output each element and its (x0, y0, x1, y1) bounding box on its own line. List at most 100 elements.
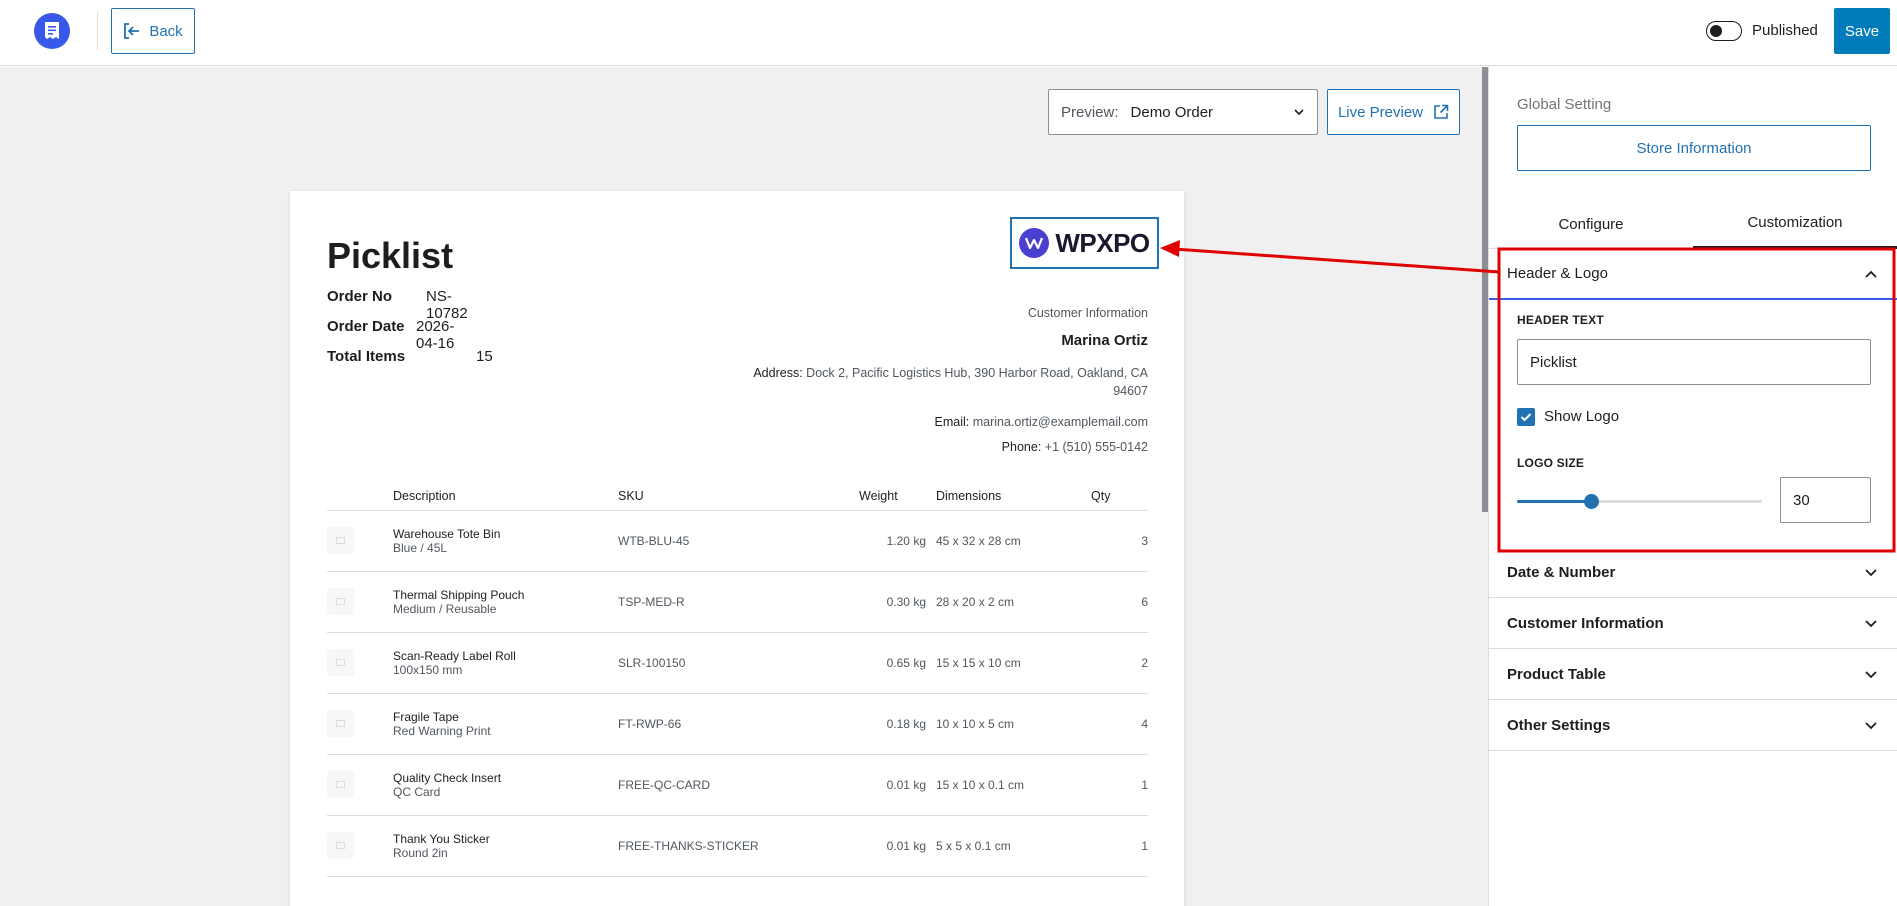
section-header-logo-title: Header & Logo (1507, 265, 1608, 282)
order-no-row: Order No NS-10782 (327, 288, 468, 322)
product-variant: Round 2in (393, 846, 448, 860)
product-sku: TSP-MED-R (618, 595, 685, 609)
product-qty: 4 (1141, 717, 1148, 731)
header-text-input[interactable] (1517, 339, 1871, 385)
product-weight: 0.30 kg (886, 595, 926, 609)
product-variant: Blue / 45L (393, 541, 448, 555)
section-customer-information[interactable]: Customer Information (1489, 598, 1897, 649)
section-title: Customer Information (1507, 614, 1664, 632)
published-label: Published (1752, 22, 1818, 39)
preview-value: Demo Order (1130, 103, 1214, 121)
phone-value: +1 (510) 555-0142 (1044, 440, 1148, 454)
table-header: Description SKU Weight Dimensions Qty (327, 481, 1148, 511)
tab-configure[interactable]: Configure (1489, 199, 1693, 249)
live-preview-button[interactable]: Live Preview (1327, 89, 1460, 135)
show-logo-checkbox[interactable] (1517, 408, 1535, 426)
back-button[interactable]: Back (111, 8, 195, 54)
product-sku: WTB-BLU-45 (618, 534, 690, 548)
store-information-button[interactable]: Store Information (1517, 125, 1871, 171)
product-description: Thermal Shipping Pouch Medium / Reusable (393, 588, 524, 616)
phone-label: Phone: (1001, 440, 1042, 454)
published-toggle[interactable] (1706, 21, 1742, 41)
logo-size-slider[interactable] (1517, 494, 1762, 509)
order-date-row: Order Date 2026-04-16 (327, 318, 454, 352)
chevron-down-icon (1294, 109, 1304, 116)
section-title: Product Table (1507, 665, 1606, 683)
order-date-value: 2026-04-16 (416, 318, 455, 352)
total-items-label: Total Items (327, 348, 406, 365)
document-title: Picklist (327, 235, 454, 276)
product-name: Scan-Ready Label Roll (393, 649, 516, 663)
order-no-label: Order No (327, 288, 393, 305)
app-logo-icon[interactable] (34, 13, 70, 49)
save-button[interactable]: Save (1834, 8, 1890, 54)
customer-email: Email: marina.ortiz@examplemail.com (935, 415, 1148, 429)
header-description: Description (393, 489, 456, 503)
product-description: Quality Check Insert QC Card (393, 771, 501, 799)
address-line1: Dock 2, Pacific Logistics Hub, 390 Harbo… (806, 366, 1148, 380)
address-label: Address: (753, 366, 803, 380)
customer-name: Marina Ortiz (1061, 332, 1148, 349)
section-product-table[interactable]: Product Table (1489, 649, 1897, 700)
total-items-row: Total Items 15 (327, 348, 493, 365)
preview-select[interactable]: Preview: Demo Order (1048, 89, 1318, 135)
product-sku: FREE-THANKS-STICKER (618, 839, 759, 853)
section-header-logo[interactable]: Header & Logo (1489, 249, 1897, 300)
slider-fill (1517, 500, 1591, 503)
chevron-down-icon (1865, 671, 1877, 679)
logo-text: WPXPO (1055, 227, 1150, 258)
top-bar: Back Published Save (0, 0, 1897, 66)
section-title: Date & Number (1507, 563, 1616, 581)
product-name: Thank You Sticker (393, 832, 490, 846)
settings-panel: Global Setting Store Information Configu… (1488, 67, 1897, 906)
live-preview-label: Live Preview (1337, 103, 1424, 121)
logo-size-input[interactable] (1780, 477, 1871, 523)
document-logo[interactable]: WPXPO (1010, 217, 1159, 269)
product-sku: SLR-100150 (618, 656, 686, 670)
email-label: Email: (934, 415, 970, 429)
product-qty: 1 (1141, 778, 1148, 792)
picklist-document: Picklist WPXPO Order No NS-10782 Order D… (290, 191, 1184, 906)
product-qty: 2 (1141, 656, 1148, 670)
product-qty: 3 (1141, 534, 1148, 548)
divider (97, 12, 98, 50)
product-description: Thank You Sticker Round 2in (393, 832, 490, 860)
table-row: Thank You Sticker Round 2in FREE-THANKS-ST… (327, 816, 1148, 877)
product-name: Warehouse Tote Bin (393, 527, 501, 541)
global-setting-label: Global Setting (1517, 96, 1612, 113)
tab-customization[interactable]: Customization (1693, 199, 1897, 249)
product-qty: 1 (1141, 839, 1148, 853)
header-sku: SKU (618, 489, 644, 503)
preview-label: Preview: (1061, 103, 1119, 121)
table-row: Thermal Shipping Pouch Medium / Reusable T… (327, 572, 1148, 633)
product-description: Warehouse Tote Bin Blue / 45L (393, 527, 500, 555)
product-weight: 1.20 kg (886, 534, 926, 548)
section-date-number[interactable]: Date & Number (1489, 547, 1897, 598)
product-variant: 100x150 mm (393, 663, 463, 677)
product-weight: 0.01 kg (886, 839, 926, 853)
chevron-down-icon (1865, 722, 1877, 730)
product-weight: 0.65 kg (886, 656, 926, 670)
table-row: Fragile Tape Red Warning Print FT-RWP-66 0.… (327, 694, 1148, 755)
product-name: Quality Check Insert (393, 771, 502, 785)
slider-thumb[interactable] (1583, 494, 1599, 509)
section-title: Other Settings (1507, 716, 1611, 734)
product-image-icon (327, 649, 354, 676)
product-sku: FREE-QC-CARD (618, 778, 710, 792)
header-weight: Weight (859, 489, 898, 503)
product-description: Fragile Tape Red Warning Print (393, 710, 491, 738)
product-name: Thermal Shipping Pouch (393, 588, 525, 602)
external-link-icon (1434, 104, 1449, 119)
product-variant: Red Warning Print (393, 724, 491, 738)
product-sku: FT-RWP-66 (618, 717, 682, 731)
checkmark-icon (1520, 413, 1532, 422)
preview-canvas: Preview: Demo Order Live Preview Picklis… (0, 67, 1482, 906)
product-image-icon (327, 710, 354, 737)
product-weight: 0.18 kg (886, 717, 926, 731)
product-name: Fragile Tape (393, 710, 459, 724)
order-no-value: NS-10782 (426, 288, 468, 322)
logo-size-label: LOGO SIZE (1517, 456, 1585, 470)
toggle-knob (1710, 25, 1722, 37)
product-image-icon (327, 771, 354, 798)
section-other-settings[interactable]: Other Settings (1489, 700, 1897, 751)
